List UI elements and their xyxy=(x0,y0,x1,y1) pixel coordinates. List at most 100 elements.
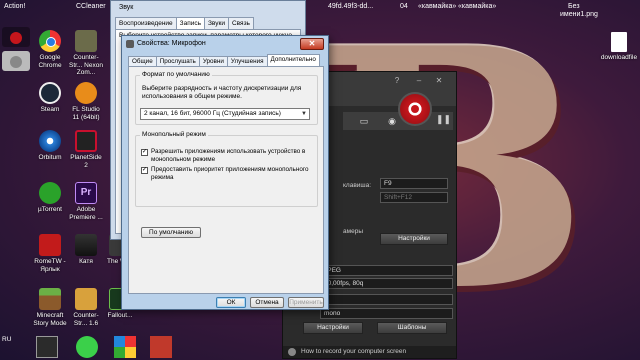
tab-playback[interactable]: Воспроизведение xyxy=(115,17,177,29)
default-format-group: Формат по умолчанию Выберите разрядность… xyxy=(135,71,318,125)
desktop-label[interactable]: CCleaner xyxy=(76,3,106,10)
templates-button[interactable]: Шаблоны xyxy=(377,322,447,334)
close-button[interactable]: ✕ xyxy=(433,75,445,86)
desktop-icon-utorrent[interactable]: µTorrent xyxy=(32,182,68,214)
cancel-button[interactable]: Отмена xyxy=(250,297,284,308)
tab-sounds[interactable]: Звуки xyxy=(204,17,229,29)
tab-recording[interactable]: Запись xyxy=(175,17,205,29)
desktop-icon-rome[interactable]: RomeTW - Ярлык xyxy=(32,234,68,273)
desktop-icon-label: Катя xyxy=(79,258,93,265)
settings-button-2[interactable]: Настройки xyxy=(303,322,363,334)
recorder-footer: How to record your computer screen xyxy=(283,346,456,358)
dialog-titlebar: Свойства: Микрофон xyxy=(122,36,328,52)
hotkey-label: клавиша: xyxy=(343,182,372,189)
exclusive-mode-group: Монопольный режим ✓ Разрешить приложения… xyxy=(135,131,318,207)
green-app-icon[interactable] xyxy=(76,336,98,358)
desktop-icon-label: Counter-Str... 1.6 xyxy=(73,312,99,327)
desktop-icon-downloadfile[interactable]: downloadfile xyxy=(600,32,638,62)
desktop-icon-label: Counter-Str... Nexon Zom... xyxy=(69,54,103,76)
orbitum-icon xyxy=(39,130,61,152)
language-indicator[interactable]: RU xyxy=(2,336,11,343)
advanced-tab-panel: Формат по умолчанию Выберите разрядность… xyxy=(128,66,324,294)
desktop-icon-label: PlanetSide 2 xyxy=(70,154,102,169)
desktop-icon-label: FL Studio 11 (64bit) xyxy=(72,106,100,121)
rome-icon xyxy=(39,234,61,256)
desktop-top-icon-row: Action! CCleaner 49fd.49f3-dd... 04 «кав… xyxy=(0,0,640,18)
ok-button[interactable]: ОК xyxy=(216,297,246,308)
restore-defaults-button[interactable]: По умолчанию xyxy=(141,227,201,238)
desktop-icon-label: Orbitum xyxy=(38,154,62,161)
desktop-label[interactable]: Без xyxy=(568,3,580,10)
desktop-icon-label: Fallout... xyxy=(107,312,133,319)
desktop-label[interactable]: 49fd.49f3-dd... xyxy=(328,3,373,10)
desktop-icon-cs-nexon[interactable]: Counter-Str... Nexon Zom... xyxy=(68,30,104,77)
help-icon xyxy=(288,348,296,356)
launcher-record-button[interactable] xyxy=(2,27,30,47)
audio-field-1[interactable] xyxy=(320,294,453,305)
help-button[interactable]: ? xyxy=(391,75,403,86)
record-icon xyxy=(10,32,22,44)
exclusive-allow-checkbox[interactable]: ✓ xyxy=(141,149,148,156)
format-field[interactable]: JPEG xyxy=(320,265,453,276)
fl-studio-icon xyxy=(75,82,97,104)
microphone-properties-dialog: Свойства: Микрофон ✕ Общие Прослушать Уров… xyxy=(121,35,329,310)
desktop-icon-label: µTorrent xyxy=(38,206,62,213)
desktop-icon-premiere[interactable]: Pr Adobe Premiere ... xyxy=(68,182,104,221)
camera-icon[interactable]: ◉ xyxy=(385,115,399,127)
default-format-description: Выберите разрядность и частоту дискретиз… xyxy=(142,85,302,100)
exclusive-priority-checkbox[interactable]: ✓ xyxy=(141,167,148,174)
quality-field[interactable]: 30,00fps, 80q xyxy=(320,278,453,289)
cs-nexon-icon xyxy=(75,30,97,52)
sample-rate-select[interactable]: 2 канал, 16 бит, 96000 Гц (Студийная зап… xyxy=(140,108,310,120)
camera-label: амеры xyxy=(343,228,363,235)
desktop-label[interactable]: имени1.png xyxy=(560,11,598,18)
desktop-label[interactable]: «кавмайка» xyxy=(458,3,496,10)
sample-rate-value: 2 канал, 16 бит, 96000 Гц (Студийная зап… xyxy=(144,110,281,117)
desktop-icon-katya[interactable]: Катя xyxy=(68,234,104,266)
tab-communications[interactable]: Связь xyxy=(227,17,254,29)
premiere-icon: Pr xyxy=(75,182,97,204)
utorrent-icon xyxy=(39,182,61,204)
color-app-icon[interactable] xyxy=(114,336,136,358)
minimize-button[interactable]: – xyxy=(413,75,425,86)
desktop-icon-label: Adobe Premiere ... xyxy=(69,206,103,221)
sound-dialog-title: Звук xyxy=(119,4,134,11)
exclusive-mode-title: Монопольный режим xyxy=(140,131,208,138)
exclusive-allow-label: Разрешить приложениям использовать устро… xyxy=(151,148,306,163)
folder-icon xyxy=(75,234,97,256)
desktop-icon-orbitum[interactable]: Orbitum xyxy=(32,130,68,162)
red-app-icon[interactable] xyxy=(150,336,172,358)
desktop-icon-minecraft[interactable]: Minecraft Story Mode xyxy=(32,288,68,327)
microphone-icon xyxy=(126,40,134,48)
zombie-game-icon[interactable] xyxy=(36,336,58,358)
audio-field-2[interactable]: mono xyxy=(320,308,453,319)
hotkey-field[interactable]: F9 xyxy=(380,178,448,189)
chevron-down-icon: ▼ xyxy=(301,111,307,117)
desktop-icon-cs16[interactable]: Counter-Str... 1.6 xyxy=(68,288,104,327)
desktop-icon-fl-studio[interactable]: FL Studio 11 (64bit) xyxy=(68,82,104,121)
exclusive-priority-label: Предоставить приоритет приложениям моноп… xyxy=(151,166,309,181)
desktop-label[interactable]: 04 xyxy=(400,3,408,10)
desktop-label[interactable]: «кавмайка» xyxy=(418,3,456,10)
footer-link[interactable]: How to record your computer screen xyxy=(301,348,406,355)
desktop-icon-label: downloadfile xyxy=(600,54,638,61)
document-icon xyxy=(611,32,627,52)
record-button[interactable] xyxy=(398,92,432,126)
close-button[interactable]: ✕ xyxy=(300,38,324,50)
hotkey2-field[interactable]: Shift+F12 xyxy=(380,192,448,203)
desktop-label[interactable]: Action! xyxy=(4,3,25,10)
apply-button[interactable]: Применить xyxy=(288,297,324,308)
planetside-icon xyxy=(75,130,97,152)
launcher-settings-button[interactable] xyxy=(2,51,30,71)
dialog-title: Свойства: Микрофон xyxy=(137,40,206,47)
pause-icon[interactable]: ❚❚ xyxy=(436,114,451,125)
desktop-icon-steam[interactable]: Steam xyxy=(32,82,68,114)
desktop-icon-label: Google Chrome xyxy=(38,54,62,69)
desktop-icon-label: RomeTW - Ярлык xyxy=(34,258,66,273)
desktop-icon-chrome[interactable]: Google Chrome xyxy=(32,30,68,69)
desktop-icon-planetside[interactable]: PlanetSide 2 xyxy=(68,130,104,169)
settings-button[interactable]: Настройки xyxy=(380,233,448,245)
folder-icon[interactable]: ▭ xyxy=(357,115,371,127)
default-format-title: Формат по умолчанию xyxy=(140,71,212,78)
steam-icon xyxy=(39,82,61,104)
